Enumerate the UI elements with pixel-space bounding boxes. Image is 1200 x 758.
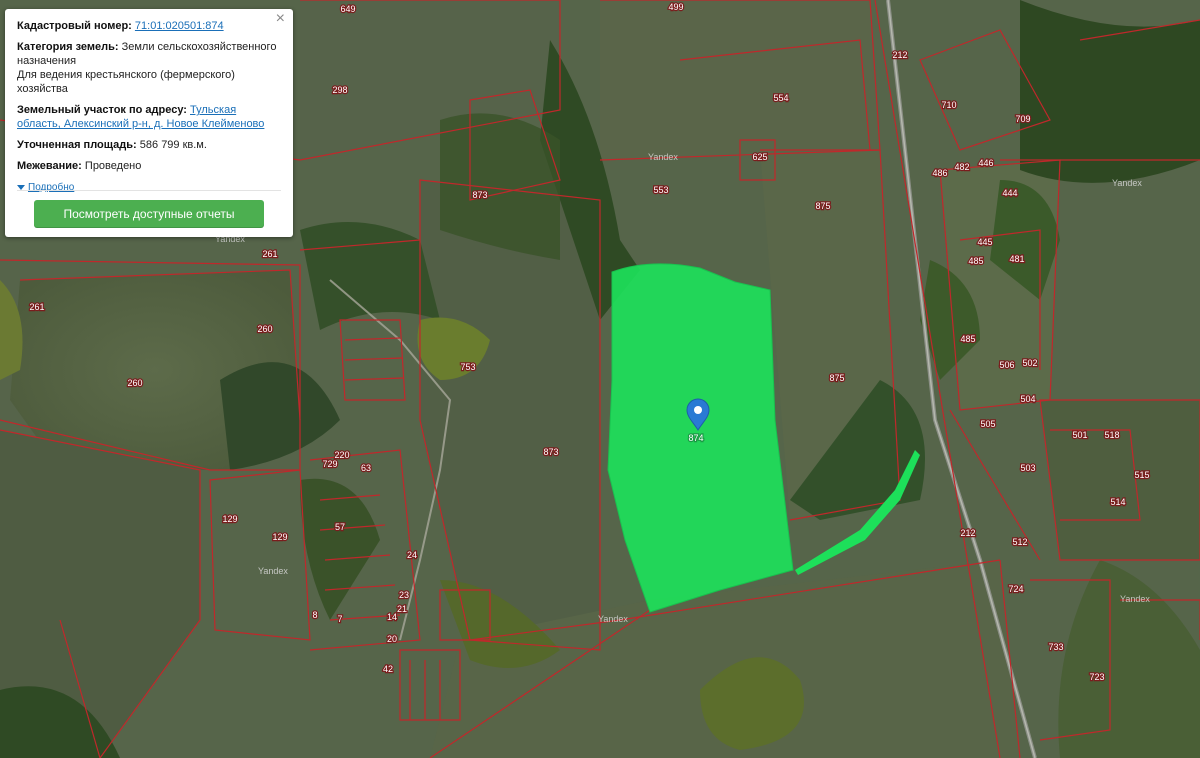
parcel-label: 753 (460, 362, 475, 372)
parcel-label: 23 (399, 590, 409, 600)
parcel-label: 625 (752, 152, 767, 162)
parcel-label: 260 (257, 324, 272, 334)
parcel-label: 14 (387, 612, 397, 622)
parcel-label: 129 (272, 532, 287, 542)
parcel-label: 129 (222, 514, 237, 524)
parcel-label: 875 (815, 201, 830, 211)
parcel-label: 505 (980, 419, 995, 429)
parcel-label: 444 (1002, 188, 1017, 198)
parcel-label: 212 (892, 50, 907, 60)
address-label: Земельный участок по адресу: (17, 104, 187, 116)
area-label: Уточненная площадь: (17, 139, 137, 151)
parcel-label: 7 (337, 614, 342, 624)
parcel-label: 729 (322, 459, 337, 469)
parcel-label: 21 (397, 604, 407, 614)
parcel-label: 724 (1008, 584, 1023, 594)
parcel-label: 446 (978, 158, 993, 168)
view-reports-button[interactable]: Посмотреть доступные отчеты (34, 200, 264, 228)
parcel-label: 63 (361, 463, 371, 473)
parcel-label: 553 (653, 185, 668, 195)
usage-value: Для ведения крестьянского (фермерского) … (17, 69, 235, 95)
parcel-label: 20 (387, 634, 397, 644)
parcel-label: 710 (941, 100, 956, 110)
parcel-label: 57 (335, 522, 345, 532)
popup-divider (17, 190, 281, 191)
attribution-1: Yandex (648, 152, 678, 162)
address-row: Земельный участок по адресу: Тульская об… (17, 103, 281, 131)
more-details-link[interactable]: Подробно (17, 181, 74, 195)
parcel-label: 873 (472, 190, 487, 200)
area-row: Уточненная площадь: 586 799 кв.м. (17, 138, 281, 152)
parcel-label: 503 (1020, 463, 1035, 473)
parcel-label: 873 (543, 447, 558, 457)
attribution-2: Yandex (258, 566, 288, 576)
survey-label: Межевание: (17, 160, 82, 172)
parcel-label: 261 (29, 302, 44, 312)
parcel-label: 512 (1012, 537, 1027, 547)
parcel-label: 501 (1072, 430, 1087, 440)
parcel-label: 261 (262, 249, 277, 259)
parcel-label: 506 (999, 360, 1014, 370)
parcel-label: 485 (968, 256, 983, 266)
parcel-label: 486 (932, 168, 947, 178)
parcel-label: 733 (1048, 642, 1063, 652)
cad-number-row: Кадастровый номер: 71:01:020501:874 (17, 19, 281, 33)
cad-number-link[interactable]: 71:01:020501:874 (135, 20, 224, 32)
close-icon[interactable]: × (276, 11, 285, 27)
parcel-label: 481 (1009, 254, 1024, 264)
parcel-label: 212 (960, 528, 975, 538)
parcel-label: 504 (1020, 394, 1035, 404)
parcel-label: 445 (977, 237, 992, 247)
parcel-label: 709 (1015, 114, 1030, 124)
attribution-4: Yandex (1112, 178, 1142, 188)
category-row: Категория земель: Земли сельскохозяйстве… (17, 40, 281, 96)
attribution-5: Yandex (1120, 594, 1150, 604)
parcel-label: 649 (340, 4, 355, 14)
parcel-label: 24 (407, 550, 417, 560)
parcel-label: 42 (383, 664, 393, 674)
parcel-label: 502 (1022, 358, 1037, 368)
parcel-label: 485 (960, 334, 975, 344)
parcel-label: 515 (1134, 470, 1149, 480)
more-details-label: Подробно (28, 181, 75, 193)
area-value: 586 799 кв.м. (139, 139, 207, 151)
marker-label: 874 (688, 433, 703, 443)
parcel-label: 260 (127, 378, 142, 388)
parcel-label: 482 (954, 162, 969, 172)
cad-number-label: Кадастровый номер: (17, 20, 132, 32)
parcel-label: 875 (829, 373, 844, 383)
parcel-label: 723 (1089, 672, 1104, 682)
parcel-info-popup: × Кадастровый номер: 71:01:020501:874 Ка… (5, 9, 293, 237)
parcel-label: 518 (1104, 430, 1119, 440)
parcel-label: 514 (1110, 497, 1125, 507)
parcel-label: 499 (668, 2, 683, 12)
parcel-label: 554 (773, 93, 788, 103)
parcel-label: 298 (332, 85, 347, 95)
category-label: Категория земель: (17, 41, 119, 53)
parcel-label: 8 (312, 610, 317, 620)
survey-value: Проведено (84, 160, 142, 172)
attribution-3: Yandex (598, 614, 628, 624)
survey-row: Межевание: Проведено (17, 159, 281, 173)
